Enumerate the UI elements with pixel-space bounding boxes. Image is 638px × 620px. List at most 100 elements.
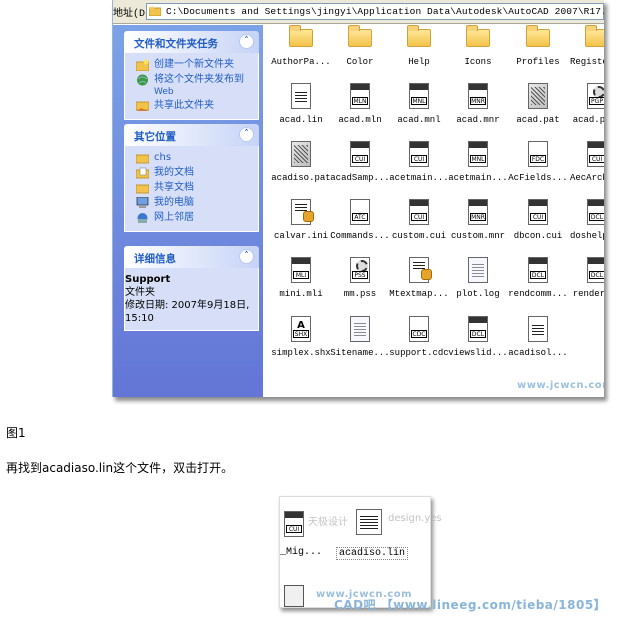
file-name: AcFields...	[508, 173, 568, 183]
folder-icon	[466, 25, 490, 53]
file-name: Registe...	[569, 57, 604, 67]
file-name: doshelp...	[569, 231, 604, 241]
file-item[interactable]: Color	[330, 25, 390, 83]
file-item[interactable]: MLN acad.mln	[330, 83, 390, 141]
file-name: Mtextmap...	[389, 289, 449, 299]
file-item[interactable]: MNL acad.mnl	[389, 83, 449, 141]
file-name: Profiles	[516, 57, 560, 67]
details-header[interactable]: 详细信息 ˄	[124, 246, 259, 268]
task-publish-web[interactable]: 将这个文件夹发布到 Web	[125, 73, 258, 99]
file-item[interactable]: acadisol...	[508, 316, 568, 374]
folder-icon	[289, 25, 313, 53]
file-item[interactable]: DCL render...	[567, 257, 604, 315]
file-item[interactable]: AuthorPa...	[271, 25, 331, 83]
acad-file-icon: CUI	[526, 199, 550, 227]
details-body: Support 文件夹 修改日期: 2007年9月18日, 15:10	[124, 268, 259, 331]
hatch-file-icon	[289, 141, 313, 169]
file-item[interactable]: Profiles	[508, 25, 568, 83]
file-name: acetmain...	[448, 173, 508, 183]
partial-file-icon	[284, 585, 304, 607]
file-item[interactable]: Mtextmap...	[389, 257, 449, 315]
file-name: Icons	[464, 57, 492, 67]
acad-file-icon: CUI	[348, 141, 372, 169]
cui-file-icon: CUI	[284, 511, 306, 539]
file-tasks-title: 文件和文件夹任务	[134, 38, 218, 50]
file-name: Help	[408, 57, 430, 67]
new-folder-icon	[136, 59, 149, 71]
file-item[interactable]: CUI acadSamp...	[330, 141, 390, 199]
document-file-icon: FDC	[526, 141, 550, 169]
file-name: custom.cui	[391, 231, 446, 241]
acad-file-icon: MLN	[348, 83, 372, 111]
details-modified-time: 15:10	[125, 313, 154, 324]
file-item[interactable]: acad.pat	[508, 83, 568, 141]
file-item[interactable]: DCL doshelp...	[567, 199, 604, 257]
acad-file-icon: DCL	[585, 199, 604, 227]
place-my-computer[interactable]: 我的电脑	[125, 196, 258, 211]
collapse-icon[interactable]: ˄	[239, 127, 254, 142]
place-shared-documents[interactable]: 共享文档	[125, 181, 258, 196]
file-item[interactable]: acad.lin	[271, 83, 331, 141]
file-item[interactable]: PGP acad.p...	[567, 83, 604, 141]
address-input[interactable]: C:\Documents and Settings\jingyi\Applica…	[146, 3, 604, 20]
watermark-url: www.jcwcn.com	[517, 380, 604, 391]
file-item[interactable]: Help	[389, 25, 449, 83]
figure-caption: 图1	[6, 426, 26, 440]
task-new-folder[interactable]: 创建一个新文件夹	[125, 58, 258, 73]
file-item[interactable]: FDC AcFields...	[508, 141, 568, 199]
file-item[interactable]: acadiso.pat	[271, 141, 331, 199]
file-item[interactable]: MLI mini.mli	[271, 257, 331, 315]
file-item[interactable]: DCL rendcomm...	[508, 257, 568, 315]
other-places-header[interactable]: 其它位置 ˄	[124, 124, 259, 146]
selected-file-name[interactable]: acadiso.lin	[336, 547, 409, 560]
file-name: acad.mln	[338, 115, 382, 125]
place-my-documents[interactable]: 我的文档	[125, 166, 258, 181]
linetype-file-icon	[289, 83, 313, 111]
acad-file-icon: CUI	[407, 141, 431, 169]
collapse-icon[interactable]: ˄	[239, 34, 254, 49]
file-item[interactable]: CUI AecArch...	[567, 141, 604, 199]
file-item[interactable]: A SHX simplex.shx	[271, 316, 331, 374]
folder-icon	[149, 6, 161, 16]
acad-file-icon: MNL	[407, 83, 431, 111]
collapse-icon[interactable]: ˄	[239, 249, 254, 264]
acad-file-icon: MNR	[466, 83, 490, 111]
gear-file-icon: PSS	[348, 257, 372, 285]
file-name: dbcon.cui	[513, 231, 563, 241]
file-item[interactable]: MNL acetmain...	[448, 141, 508, 199]
network-icon	[137, 213, 148, 223]
place-network[interactable]: 网上邻居	[125, 211, 258, 226]
file-item[interactable]: PSS mm.pss	[330, 257, 390, 315]
file-item[interactable]: Icons	[448, 25, 508, 83]
file-item[interactable]: MNR acad.mnr	[448, 83, 508, 141]
file-item[interactable]: ATC Commands...	[330, 199, 390, 257]
left-file-name[interactable]: _Mig...	[280, 547, 322, 558]
file-name: acadiso.pat	[271, 173, 331, 183]
details-modified: 修改日期: 2007年9月18日,	[125, 300, 250, 311]
file-item[interactable]: CUI dbcon.cui	[508, 199, 568, 257]
other-places-title: 其它位置	[134, 131, 176, 143]
file-item[interactable]: CUI custom.cui	[389, 199, 449, 257]
address-bar: 地址(D) C:\Documents and Settings\jingyi\A…	[113, 0, 604, 24]
details-title: 详细信息	[134, 253, 176, 265]
task-pane: 文件和文件夹任务 ˄ 创建一个新文件夹 将这个文件夹发布到 Web 共享此文件夹	[113, 25, 263, 397]
file-item[interactable]: Sitename...	[330, 316, 390, 374]
folder-icon	[585, 25, 604, 53]
task-publish-sub: Web	[154, 87, 174, 97]
file-item[interactable]: DCL viewslid...	[448, 316, 508, 374]
file-item[interactable]: calvar.ini	[271, 199, 331, 257]
file-item[interactable]: CDC support.cdc	[389, 316, 449, 374]
file-name: acad.lin	[279, 115, 323, 125]
file-item[interactable]: plot.log	[448, 257, 508, 315]
my-computer-icon	[136, 197, 149, 208]
acad-file-icon: CUI	[407, 199, 431, 227]
acadiso-lin-icon[interactable]	[356, 509, 384, 539]
file-item[interactable]: Registe...	[567, 25, 604, 83]
acad-file-icon: DCL	[526, 257, 550, 285]
file-item[interactable]: MNR custom.mnr	[448, 199, 508, 257]
place-chs[interactable]: chs	[125, 151, 258, 166]
task-share-folder[interactable]: 共享此文件夹	[125, 99, 258, 114]
file-tasks-header[interactable]: 文件和文件夹任务 ˄	[124, 31, 259, 53]
acad-file-icon: MNL	[466, 141, 490, 169]
file-item[interactable]: CUI acetmain...	[389, 141, 449, 199]
